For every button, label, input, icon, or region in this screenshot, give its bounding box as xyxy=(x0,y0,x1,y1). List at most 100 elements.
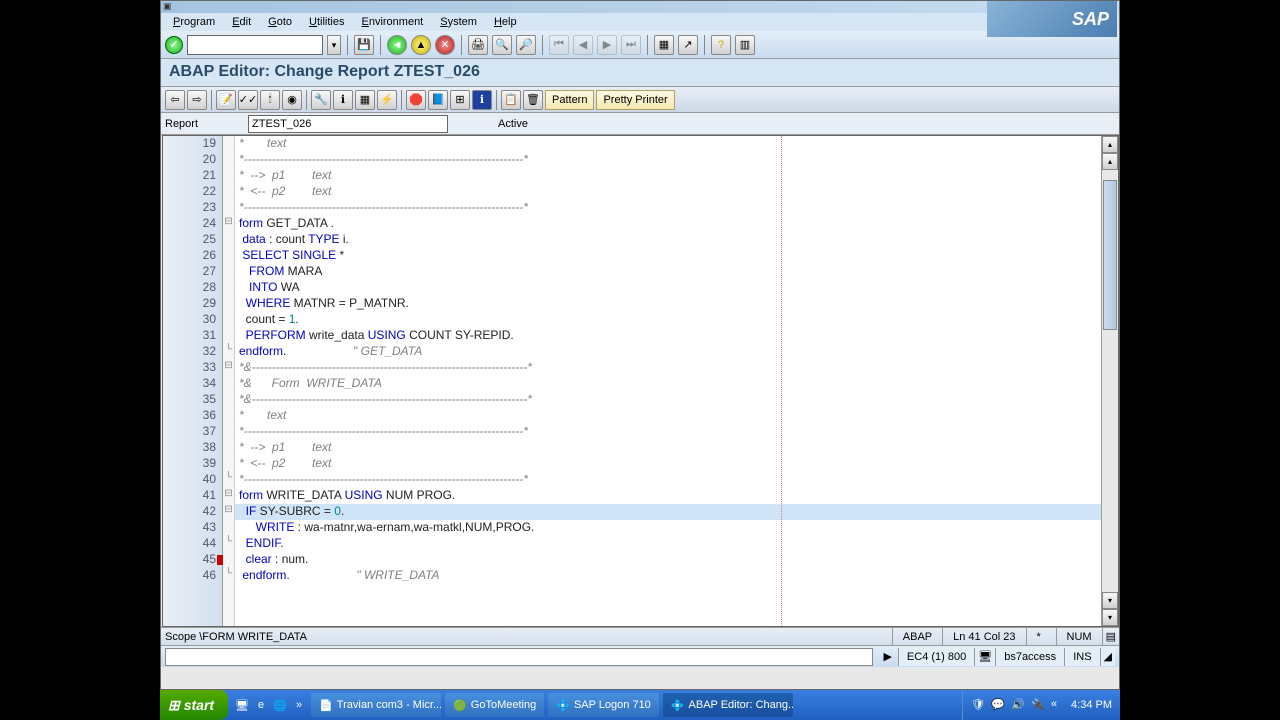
enhance-button[interactable]: ⚡ xyxy=(377,90,397,110)
check-button[interactable]: ✓✓ xyxy=(238,90,258,110)
find-button[interactable]: 🔍 xyxy=(492,35,512,55)
report-name-input[interactable] xyxy=(248,115,448,133)
scroll-track[interactable] xyxy=(1102,170,1118,592)
code-line[interactable]: WRITE : wa-matnr,wa-ernam,wa-matkl,NUM,P… xyxy=(235,520,1101,536)
set-breakpoint-button[interactable]: 🛑 xyxy=(406,90,426,110)
scroll-up2-button[interactable]: ▴ xyxy=(1102,153,1118,170)
last-page-button[interactable]: ⏭ xyxy=(621,35,641,55)
cancel-button[interactable]: ✕ xyxy=(435,35,455,55)
code-line[interactable]: data : count TYPE i. xyxy=(235,232,1101,248)
status-layout-icon[interactable]: ◢ xyxy=(1100,648,1115,666)
code-line[interactable]: * --> p1 text xyxy=(235,440,1101,456)
help-button[interactable]: ? xyxy=(711,35,731,55)
code-line[interactable]: PERFORM write_data USING COUNT SY-REPID. xyxy=(235,328,1101,344)
display-object-button[interactable]: ℹ xyxy=(333,90,353,110)
find-next-button[interactable]: 🔎 xyxy=(516,35,536,55)
ie-icon[interactable]: e xyxy=(253,697,269,713)
code-line[interactable]: * --> p1 text xyxy=(235,168,1101,184)
fold-toggle[interactable]: └ xyxy=(223,472,234,488)
save-button[interactable]: 💾 xyxy=(354,35,374,55)
fold-toggle[interactable]: └ xyxy=(223,536,234,552)
help-abap-button[interactable]: 📘 xyxy=(428,90,448,110)
code-line[interactable]: clear : num. xyxy=(235,552,1101,568)
menu-goto[interactable]: Goto xyxy=(260,14,300,30)
scroll-down-button[interactable]: ▾ xyxy=(1102,592,1118,609)
code-line[interactable]: *---------------------------------------… xyxy=(235,472,1101,488)
code-line[interactable]: * <-- p2 text xyxy=(235,456,1101,472)
menu-help[interactable]: Help xyxy=(486,14,525,30)
other-button[interactable]: ▦ xyxy=(355,90,375,110)
fold-toggle[interactable]: ⊟ xyxy=(223,216,234,232)
shortcut-button[interactable]: ↗ xyxy=(678,35,698,55)
layout-button[interactable]: ▥ xyxy=(735,35,755,55)
code-line[interactable]: * text xyxy=(235,136,1101,152)
code-line[interactable]: *& Form WRITE_DATA xyxy=(235,376,1101,392)
taskbar-item[interactable]: 💠SAP Logon 710 xyxy=(548,693,659,717)
nav-forward-button[interactable]: ⇨ xyxy=(187,90,207,110)
activate-button[interactable]: 🕯 xyxy=(260,90,280,110)
vertical-scrollbar[interactable]: ▴ ▴ ▾ ▾ xyxy=(1101,136,1118,626)
display-list-button[interactable]: 📋 xyxy=(501,90,521,110)
code-line[interactable]: form WRITE_DATA USING NUM PROG. xyxy=(235,488,1101,504)
fold-toggle[interactable]: ⊟ xyxy=(223,360,234,376)
code-line[interactable]: IF SY-SUBRC = 0. xyxy=(235,504,1101,520)
scroll-up-button[interactable]: ▴ xyxy=(1102,136,1118,153)
fold-toggle[interactable]: └ xyxy=(223,344,234,360)
code-line[interactable]: *&--------------------------------------… xyxy=(235,360,1101,376)
delete-button[interactable]: 🗑 xyxy=(523,90,543,110)
code-line[interactable]: SELECT SINGLE * xyxy=(235,248,1101,264)
toggle-button[interactable]: ⊞ xyxy=(450,90,470,110)
code-line[interactable]: endform. " GET_DATA xyxy=(235,344,1101,360)
code-line[interactable]: *---------------------------------------… xyxy=(235,200,1101,216)
nav-back-button[interactable]: ⇦ xyxy=(165,90,185,110)
code-line[interactable]: *---------------------------------------… xyxy=(235,152,1101,168)
code-editor[interactable]: 1920212223242526272829303132333435363738… xyxy=(162,135,1119,627)
new-session-button[interactable]: ▦ xyxy=(654,35,674,55)
clock[interactable]: 4:34 PM xyxy=(1071,699,1112,711)
exit-button[interactable]: ▲ xyxy=(411,35,431,55)
start-button[interactable]: ⊞ start xyxy=(160,690,228,720)
fullscreen-button[interactable]: ℹ xyxy=(472,90,492,110)
command-history-dropdown[interactable]: ▾ xyxy=(327,35,341,55)
where-used-button[interactable]: 🔧 xyxy=(311,90,331,110)
code-area[interactable]: * text*---------------------------------… xyxy=(235,136,1101,626)
fold-toggle[interactable]: ⊟ xyxy=(223,504,234,520)
tray-icon-4[interactable]: 🔌 xyxy=(1031,698,1045,712)
code-line[interactable]: * text xyxy=(235,408,1101,424)
tray-icon-3[interactable]: 🔊 xyxy=(1011,698,1025,712)
taskbar-item[interactable]: 🟢GoToMeeting xyxy=(445,693,544,717)
code-line[interactable]: form GET_DATA . xyxy=(235,216,1101,232)
fold-toggle[interactable]: └ xyxy=(223,568,234,584)
code-line[interactable]: *---------------------------------------… xyxy=(235,424,1101,440)
menu-edit[interactable]: Edit xyxy=(224,14,259,30)
tray-icon-2[interactable]: 💬 xyxy=(991,698,1005,712)
test-button[interactable]: ◉ xyxy=(282,90,302,110)
code-line[interactable]: ENDIF. xyxy=(235,536,1101,552)
menu-utilities[interactable]: Utilities xyxy=(301,14,352,30)
code-line[interactable]: count = 1. xyxy=(235,312,1101,328)
enter-button[interactable]: ✓ xyxy=(165,36,183,54)
other-object-button[interactable]: 📝 xyxy=(216,90,236,110)
menu-system[interactable]: System xyxy=(432,14,485,30)
first-page-button[interactable]: ⏮ xyxy=(549,35,569,55)
more-icon[interactable]: » xyxy=(291,697,307,713)
taskbar-item[interactable]: 📄Travian com3 - Micr... xyxy=(311,693,441,717)
command-field[interactable] xyxy=(187,35,323,55)
taskbar-item[interactable]: 💠ABAP Editor: Chang... xyxy=(663,693,793,717)
code-line[interactable]: endform. " WRITE_DATA xyxy=(235,568,1101,584)
fold-toggle[interactable]: ⊟ xyxy=(223,488,234,504)
print-button[interactable]: 🖨 xyxy=(468,35,488,55)
menu-program[interactable]: Program xyxy=(165,14,223,30)
scope-options-icon[interactable]: ▤ xyxy=(1102,628,1119,646)
menu-environment[interactable]: Environment xyxy=(353,14,431,30)
prev-page-button[interactable]: ◀ xyxy=(573,35,593,55)
code-line[interactable]: FROM MARA xyxy=(235,264,1101,280)
scroll-thumb[interactable] xyxy=(1103,180,1117,330)
scroll-down2-button[interactable]: ▾ xyxy=(1102,609,1118,626)
code-line[interactable]: * <-- p2 text xyxy=(235,184,1101,200)
code-line[interactable]: WHERE MATNR = P_MATNR. xyxy=(235,296,1101,312)
back-button[interactable]: ◄ xyxy=(387,35,407,55)
code-line[interactable]: *&--------------------------------------… xyxy=(235,392,1101,408)
app-menu-icon[interactable]: ▣ xyxy=(163,1,175,13)
next-page-button[interactable]: ▶ xyxy=(597,35,617,55)
